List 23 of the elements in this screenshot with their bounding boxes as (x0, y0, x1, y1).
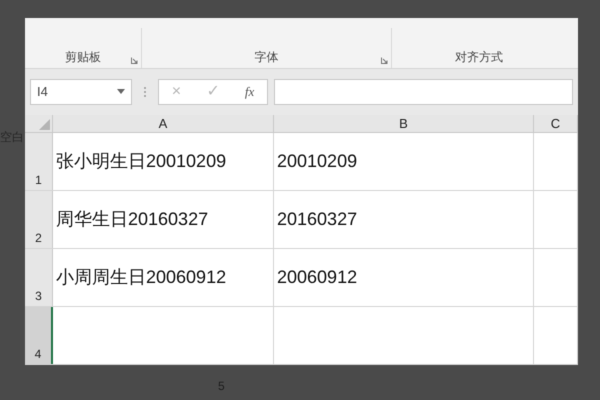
row-header[interactable]: 3 (25, 249, 53, 306)
column-header[interactable]: B (274, 115, 534, 132)
cell-text: 小周周生日20060912 (56, 266, 226, 289)
insert-function-button[interactable]: fx (244, 82, 254, 102)
formula-input[interactable] (274, 78, 573, 105)
cell-text: 20060912 (277, 266, 358, 289)
ribbon-group-label: 对齐方式 (455, 48, 503, 66)
dialog-launcher-icon[interactable] (381, 56, 388, 64)
more-options-icon (143, 86, 147, 98)
cell-text: 张小明生日20010209 (56, 150, 226, 173)
column-header[interactable]: C (534, 115, 578, 132)
row-header[interactable]: 4 (25, 307, 53, 364)
cell-text: 20010209 (277, 150, 358, 173)
cell-text: 20160327 (277, 208, 358, 231)
name-box[interactable]: I4 (30, 78, 132, 105)
row-header[interactable]: 2 (25, 191, 53, 248)
ribbon-group-label: 字体 (254, 48, 278, 66)
column-header[interactable]: A (53, 115, 274, 132)
ribbon-group-label: 剪贴板 (65, 48, 101, 66)
dropdown-caret-icon (117, 89, 125, 94)
dialog-launcher-icon[interactable] (131, 56, 138, 64)
cell-text: 周华生日20160327 (56, 208, 208, 231)
row-header[interactable]: 1 (25, 133, 53, 190)
